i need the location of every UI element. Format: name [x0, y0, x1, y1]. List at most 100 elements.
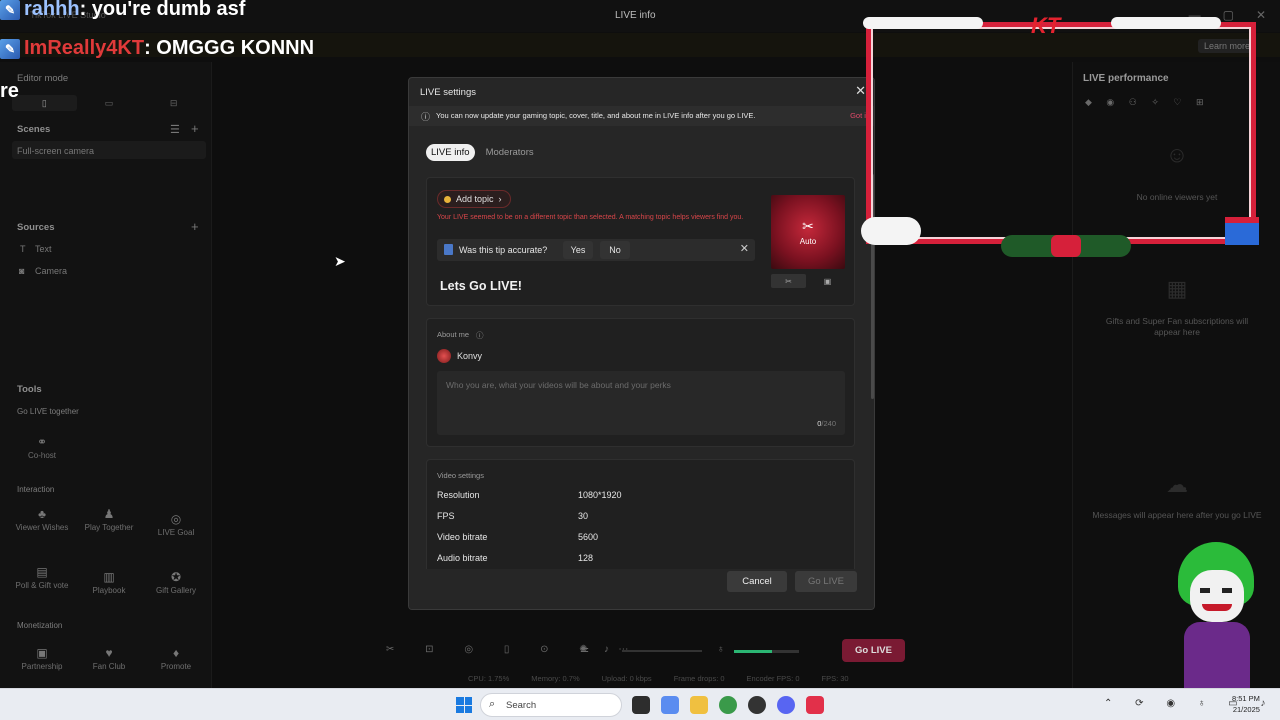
setting-value: 128 — [578, 553, 594, 563]
live-goal-tool[interactable]: ◎ LIVE Goal — [146, 512, 206, 537]
go-live-together-label: Go LIVE together — [17, 407, 79, 416]
dialog-go-live-button[interactable]: Go LIVE — [795, 571, 857, 592]
chat-message: ✎ ImReally4KT : OMGGG KONNN — [0, 37, 314, 60]
playbook-tool[interactable]: ▥ Playbook — [79, 571, 139, 595]
frame-logo: KT — [1031, 13, 1061, 38]
cancel-button[interactable]: Cancel — [727, 571, 787, 592]
source-item-camera[interactable]: Camera — [35, 266, 67, 276]
monetization-label: Monetization — [17, 621, 63, 630]
add-scene-icon[interactable]: + — [191, 121, 199, 136]
fan-club-tool[interactable]: ♥ Fan Club — [79, 646, 139, 671]
char-counter: 0/240 — [817, 419, 836, 428]
left-panel: Editor mode ▯ ▭ ⊟ Scenes ☰ + Full-screen… — [0, 62, 212, 688]
cover-image[interactable]: ✂ Auto — [771, 195, 845, 269]
partnership-icon: ▣ — [36, 646, 48, 660]
chat-user-icon: ✎ — [0, 0, 20, 20]
search-icon: ⌕ — [489, 698, 496, 710]
topic-warning: Your LIVE seemed to be on a different to… — [437, 214, 744, 221]
tab-moderators[interactable]: Moderators — [481, 144, 539, 161]
about-placeholder: Who you are, what your videos will be ab… — [446, 380, 671, 390]
play-together-tool[interactable]: ♟ Play Together — [79, 507, 139, 532]
dismiss-tip-icon[interactable]: ✕ — [740, 242, 749, 255]
chat-message-fragment: re — [0, 80, 19, 102]
live-title-input[interactable]: Lets Go LIVE! — [440, 279, 522, 293]
joker-face — [1190, 570, 1244, 622]
mouse-cursor-icon: ➤ — [334, 253, 346, 269]
stream-stats: CPU: 1.75% Memory: 0.7% Upload: 0 kbps F… — [468, 674, 849, 683]
source-item-text[interactable]: Text — [35, 244, 52, 254]
clock-date: 21/2025 — [1232, 705, 1260, 714]
add-source-icon[interactable]: + — [191, 219, 199, 234]
tip-yes-button[interactable]: Yes — [563, 241, 593, 259]
taskbar-search[interactable]: ⌕ Search — [480, 693, 622, 717]
orientation-toggle: ▯ ▭ ⊟ — [12, 95, 206, 111]
scene-list-icon[interactable]: ☰ — [170, 123, 180, 136]
info-icon: ⓘ — [421, 112, 431, 122]
volume-slider[interactable] — [622, 650, 702, 652]
task-view-icon[interactable] — [632, 696, 650, 714]
microphone-icon[interactable]: ♁ — [717, 644, 725, 655]
promote-tool[interactable]: ♦ Promote — [146, 647, 206, 671]
app-icon[interactable] — [748, 696, 766, 714]
copilot-icon[interactable] — [661, 696, 679, 714]
close-icon[interactable]: ✕ — [855, 83, 866, 99]
editor-mode-dropdown[interactable]: Editor mode — [17, 73, 68, 84]
poll-gift-vote-tool[interactable]: ▤ Poll & Gift vote — [12, 566, 72, 590]
messages-icon: ☁ — [1166, 472, 1188, 497]
partnership-tool[interactable]: ▣ Partnership — [12, 646, 72, 671]
add-topic-button[interactable]: Add topic › — [437, 190, 511, 208]
tiktok-studio-icon[interactable] — [806, 696, 824, 714]
gift-gallery-icon: ✪ — [170, 570, 182, 584]
file-explorer-icon[interactable] — [690, 696, 708, 714]
stat-fps: FPS: 30 — [821, 674, 849, 683]
go-live-button[interactable]: Go LIVE — [842, 639, 905, 662]
speaker-icon[interactable]: ♪ — [604, 644, 609, 655]
live-goal-icon: ◎ — [170, 512, 182, 526]
partnership-label: Partnership — [21, 662, 63, 671]
cohost-tool[interactable]: ⚭ Co-host — [12, 436, 72, 460]
poll-gift-vote-label: Poll & Gift vote — [15, 581, 69, 590]
gift-gallery-tool[interactable]: ✪ Gift Gallery — [146, 570, 206, 595]
taskbar-clock[interactable]: 8:51 PM 21/2025 — [1232, 693, 1260, 715]
close-window-button[interactable]: ✕ — [1256, 8, 1266, 22]
screen: TikTok LIVE Studio LIVE info — ▢ ✕ Learn… — [0, 0, 1280, 720]
fan-club-icon: ♥ — [105, 646, 113, 660]
live-goal-label: LIVE Goal — [157, 528, 195, 537]
windows-taskbar: ⌕ Search ⌃ ⟳ ◉ ♁ ▭ ♪ 8:51 PM 21/2025 — [0, 688, 1280, 720]
cover-auto-button[interactable]: ✂ — [771, 274, 806, 288]
about-me-label: About me — [437, 330, 470, 339]
setting-key: FPS — [437, 511, 455, 521]
landscape-mode-button[interactable]: ▭ — [77, 95, 142, 111]
playbook-label: Playbook — [92, 586, 126, 595]
search-label: Search — [506, 700, 537, 711]
chat-text: : you're dumb asf — [79, 0, 246, 20]
text-source-icon: T — [20, 244, 26, 254]
split-mode-button[interactable]: ⊟ — [141, 95, 206, 111]
scene-item-label: Full-screen camera — [17, 146, 95, 156]
help-icon[interactable]: ⓘ — [476, 330, 484, 341]
viewer-wishes-tool[interactable]: ♣ Viewer Wishes — [12, 508, 72, 532]
setting-key: Audio bitrate — [437, 553, 488, 563]
chat-message: ✎ rahhh : you're dumb asf — [0, 0, 245, 21]
camera-source-icon: ◙ — [19, 266, 25, 276]
chrome-icon[interactable] — [719, 696, 737, 714]
settings-sliders-icon[interactable]: ⚌ — [580, 644, 589, 655]
portrait-mode-button[interactable]: ▯ — [12, 95, 77, 111]
windows-start-icon[interactable] — [456, 697, 472, 713]
about-me-textarea[interactable]: Who you are, what your videos will be ab… — [437, 371, 845, 435]
clock-time: 8:51 PM — [1232, 694, 1260, 703]
joker-eye — [1222, 588, 1232, 593]
cover-upload-button[interactable]: ▣ — [810, 274, 845, 288]
username: Konvy — [457, 351, 483, 361]
discord-icon[interactable] — [777, 696, 795, 714]
chat-username: ImReally4KT — [24, 37, 145, 59]
stat-encoder-fps: Encoder FPS: 0 — [746, 674, 800, 683]
user-info: Konvy — [437, 349, 482, 363]
play-together-icon: ♟ — [103, 507, 115, 521]
tab-live-info[interactable]: LIVE info — [426, 144, 475, 161]
maximize-button[interactable]: ▢ — [1223, 8, 1234, 22]
stat-upload: Upload: 0 kbps — [601, 674, 652, 683]
avatar — [437, 349, 451, 363]
tip-no-button[interactable]: No — [600, 241, 630, 259]
dialog-footer: Cancel Go LIVE — [409, 569, 874, 609]
